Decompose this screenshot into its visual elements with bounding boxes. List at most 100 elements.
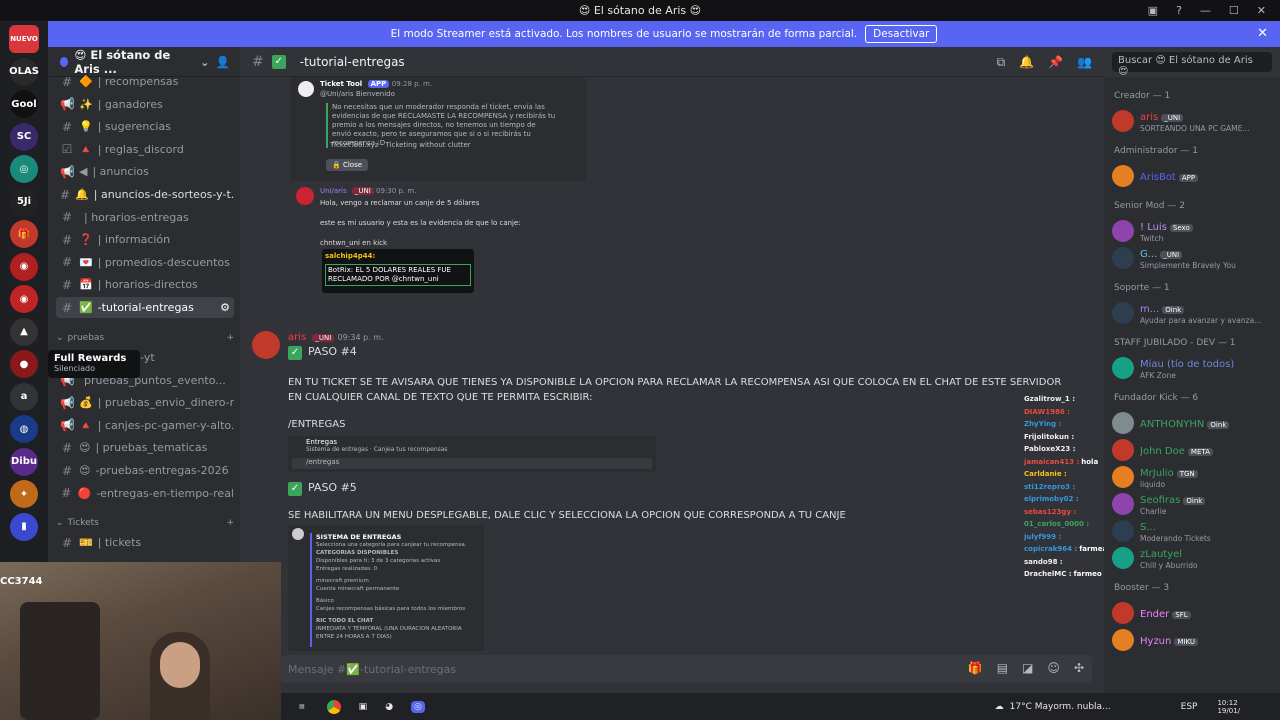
channel-item[interactable]: # 🔶 | recompensas xyxy=(56,71,234,92)
message-author-avatar[interactable] xyxy=(252,331,280,359)
server-icon[interactable]: SC xyxy=(10,122,38,151)
member-item[interactable]: MrJulio TGN liquido xyxy=(1112,463,1276,491)
add-channel-icon[interactable]: + xyxy=(226,333,234,343)
menu-item: minecraft premium xyxy=(316,578,369,584)
server-icon[interactable]: OLAS xyxy=(9,57,39,86)
channel-item[interactable]: # 😍 -pruebas-entregas-2026 xyxy=(56,460,234,481)
close-banner-icon[interactable]: ✕ xyxy=(1257,26,1268,41)
command-screenshot[interactable]: Entregas Sistema de entregas · Canjea tu… xyxy=(288,436,656,472)
minimize-button[interactable]: — xyxy=(1200,4,1211,17)
evidence-user-tag: _UNI xyxy=(351,187,374,195)
channel-item[interactable]: # 🎫 | tickets xyxy=(56,532,234,553)
taskbar-app-icon[interactable]: ▦ xyxy=(299,703,305,710)
steam-icon[interactable]: ◕ xyxy=(385,702,393,712)
gift-icon[interactable]: 🎁 xyxy=(968,661,983,675)
channel-item[interactable]: 📢 🔺 | canjes-pc-gamer-y-alto... xyxy=(56,415,234,436)
server-icon[interactable]: ◎ xyxy=(10,155,38,183)
hash-icon: # xyxy=(252,53,264,70)
gif-icon[interactable]: ▤ xyxy=(997,661,1008,675)
lang-indicator[interactable]: ESP xyxy=(1181,702,1198,712)
category-label: Tickets xyxy=(67,518,99,528)
sticker-icon[interactable]: ◪ xyxy=(1022,661,1033,675)
discord-icon[interactable]: ◎ xyxy=(411,700,425,713)
member-item[interactable]: aris _UNI SORTEANDO UNA PC GAME... xyxy=(1112,107,1276,135)
clock-date: 19/01/ xyxy=(1217,706,1240,715)
member-item[interactable]: S... Moderando Tickets xyxy=(1112,517,1276,545)
server-icon[interactable]: ▮ xyxy=(10,512,38,541)
ticket-close-button[interactable]: 🔒 Close xyxy=(326,159,369,171)
user-avatar xyxy=(296,187,314,205)
add-member-icon[interactable]: 👤 xyxy=(216,55,230,69)
server-icon[interactable]: ◉ xyxy=(10,285,38,313)
emoji-icon[interactable]: ☺ xyxy=(1047,661,1060,675)
channel-item[interactable]: # 💌 | promedios-descuentos xyxy=(56,252,234,273)
menu-screenshot[interactable]: SISTEMA DE ENTREGAS Selecciona una categ… xyxy=(288,525,484,651)
channel-item[interactable]: # ✅ -tutorial-entregas ⚙ xyxy=(56,297,234,318)
channel-item[interactable]: 📢 💰 | pruebas_envio_dinero-r... xyxy=(56,392,234,413)
threads-icon[interactable]: ⧉ xyxy=(997,55,1006,70)
channel-item[interactable]: 📢 ✨ | ganadores xyxy=(56,94,234,115)
chevron-down-icon[interactable]: ⌄ xyxy=(200,55,210,69)
chrome-icon[interactable] xyxy=(326,699,341,714)
user-evidence-image[interactable]: Uni/aris _UNI 09:30 p. m. Hola, vengo a … xyxy=(290,183,586,311)
server-icon[interactable]: Dibu xyxy=(10,447,38,476)
channel-emoji-icon: 🎫 xyxy=(79,536,93,549)
add-channel-icon[interactable]: + xyxy=(226,518,234,528)
channel-item[interactable]: ☑ 🔺 | reglas_discord xyxy=(56,139,234,160)
close-window-button[interactable]: ✕ xyxy=(1257,4,1266,17)
inbox-icon[interactable]: ▣ xyxy=(1148,4,1158,17)
ticket-embed-image[interactable]: Ticket Tool APP 09:28 p. m. @Uni/aris Bi… xyxy=(290,77,586,181)
message-composer[interactable]: Mensaje #✅-tutorial-entregas 🎁 ▤ ◪ ☺ ✣ xyxy=(280,655,1092,683)
category-header[interactable]: ⌄ Tickets + xyxy=(56,518,234,528)
server-icon[interactable]: NUEVO xyxy=(9,25,39,53)
channel-item[interactable]: # | horarios-entregas xyxy=(56,207,234,228)
server-icon[interactable]: ◉ xyxy=(10,252,38,281)
chat-message: farmeo xyxy=(1073,570,1102,578)
message-author[interactable]: aris xyxy=(288,332,306,343)
notification-bell-icon[interactable]: 🔔 xyxy=(1019,55,1034,70)
member-name: ! Luis xyxy=(1140,222,1167,233)
chair xyxy=(20,602,100,720)
channel-item[interactable]: # 🔴 -entregas-en-tiempo-real xyxy=(56,483,234,504)
disable-streamer-button[interactable]: Desactivar xyxy=(865,25,938,43)
server-tooltip: Full Rewards Silenciado xyxy=(48,350,140,378)
category-header[interactable]: ⌄ pruebas + xyxy=(56,333,234,343)
channel-item[interactable]: # ❓ | información xyxy=(56,229,234,250)
member-item[interactable]: ANTHONYHN Oink xyxy=(1112,409,1276,437)
member-item[interactable]: Miau (tío de todos) AFK Zone xyxy=(1112,354,1276,382)
channel-settings-icon[interactable]: ⚙ xyxy=(220,301,230,314)
help-icon[interactable]: ? xyxy=(1176,4,1182,17)
webcam-overlay: CC3744 xyxy=(0,562,281,720)
server-icon[interactable]: 🎁 xyxy=(10,220,38,248)
server-icon[interactable]: 5Ji xyxy=(10,187,38,216)
member-item[interactable]: zLautyel Chill y Aburrido xyxy=(1112,544,1276,572)
server-icon[interactable]: ● xyxy=(10,350,38,378)
member-item[interactable]: Ender SFL xyxy=(1112,599,1276,627)
member-list-icon[interactable]: 👥 xyxy=(1077,55,1092,70)
server-icon[interactable]: Gool xyxy=(10,90,38,118)
member-status: Ayudar para avanzar y avanza... xyxy=(1140,316,1262,325)
channel-item[interactable]: 📢 ◀ | anuncios xyxy=(56,161,234,182)
member-tag: Oink xyxy=(1207,420,1230,429)
apps-icon[interactable]: ✣ xyxy=(1074,661,1084,675)
server-icon[interactable]: ▲ xyxy=(10,317,38,346)
member-item[interactable]: Seofiras Oink Charlie xyxy=(1112,490,1276,518)
app-icon[interactable]: ▣ xyxy=(359,702,368,712)
channel-item[interactable]: # 💡 | sugerencias xyxy=(56,116,234,137)
maximize-button[interactable]: ☐ xyxy=(1229,4,1239,17)
server-icon[interactable]: ◍ xyxy=(10,415,38,443)
member-item[interactable]: G... _UNI Simplemente Bravely You xyxy=(1112,244,1276,272)
channel-item[interactable]: # 🔔 | anuncios-de-sorteos-y-t... xyxy=(56,184,234,205)
channel-item[interactable]: # 📅 | horarios-directos xyxy=(56,274,234,295)
member-item[interactable]: ! Luis Sexo Twitch xyxy=(1112,217,1276,245)
member-group-header: Creador — 1 xyxy=(1114,91,1171,101)
member-item[interactable]: John Doe META xyxy=(1112,436,1276,464)
pin-icon[interactable]: 📌 xyxy=(1048,55,1063,70)
server-icon[interactable]: ✦ xyxy=(10,480,38,508)
search-input[interactable]: Buscar 😍 El sótano de Aris 😍 xyxy=(1112,52,1272,77)
channel-item[interactable]: # 😍 | pruebas_tematicas xyxy=(56,437,234,458)
server-icon[interactable]: a xyxy=(10,382,38,411)
member-item[interactable]: m... Oink Ayudar para avanzar y avanza... xyxy=(1112,299,1276,327)
member-item[interactable]: Hyzun MIKU xyxy=(1112,626,1276,654)
member-item[interactable]: ArisBot APP xyxy=(1112,162,1276,190)
